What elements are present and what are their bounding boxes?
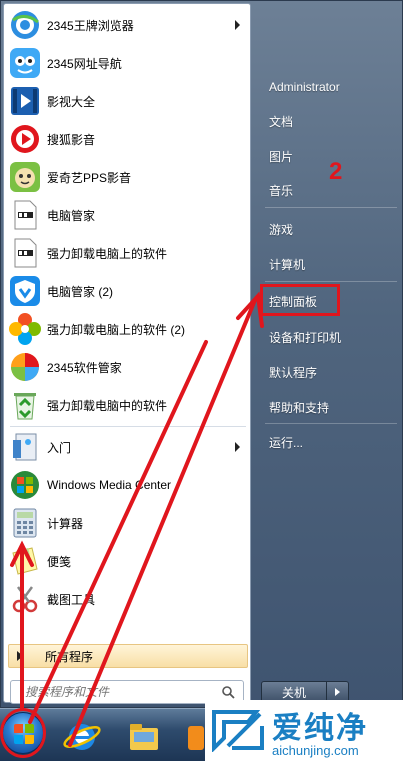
right-item-label: 文档	[269, 114, 294, 129]
menu-separator	[265, 423, 397, 424]
pinned-label: 截图工具	[47, 592, 96, 607]
folder-icon	[130, 724, 158, 750]
right-item-label: 音乐	[269, 183, 294, 198]
program-item[interactable]: 强力卸载电脑上的软件 (2)	[4, 310, 250, 348]
snipping-tool-icon	[8, 582, 42, 616]
browser-2345-icon	[8, 8, 42, 42]
right-item-label: 运行...	[269, 435, 304, 450]
menu-separator	[10, 426, 246, 427]
search-input[interactable]	[25, 682, 225, 702]
sticky-notes-icon	[8, 544, 42, 578]
taskbar-ie-button[interactable]	[60, 718, 104, 756]
pinned-label: 便笺	[47, 554, 72, 569]
pinned-item[interactable]: 计算器	[4, 504, 250, 542]
search-icon[interactable]	[221, 685, 235, 699]
right-item-label: 帮助和支持	[269, 400, 330, 415]
right-item-games[interactable]: 游戏	[263, 216, 401, 242]
program-item[interactable]: 强力卸载电脑上的软件	[4, 234, 250, 272]
pinned-label: 计算器	[47, 516, 84, 531]
iqiyi-pps-icon	[8, 160, 42, 194]
right-item-label: Administrator	[269, 80, 340, 94]
nav-2345-icon	[8, 46, 42, 80]
right-item-documents[interactable]: 文档	[263, 108, 401, 134]
program-label: 强力卸载电脑中的软件	[47, 398, 168, 413]
control-panel-highlight-box	[260, 284, 340, 316]
program-label: 强力卸载电脑上的软件	[47, 246, 168, 261]
program-label: 电脑管家	[47, 208, 96, 223]
right-item-label: 计算机	[269, 257, 306, 272]
right-item-label: 设备和打印机	[269, 330, 342, 345]
taskbar-explorer-button[interactable]	[122, 718, 166, 756]
program-item[interactable]: 电脑管家 (2)	[4, 272, 250, 310]
start-menu-right-pane: Administrator 文档 图片 音乐 游戏 计算机 控制面板 设备和打印…	[257, 1, 403, 709]
right-item-run[interactable]: 运行...	[263, 429, 401, 455]
pinned-item[interactable]: 截图工具	[4, 580, 250, 618]
program-label: 强力卸载电脑上的软件 (2)	[47, 322, 186, 337]
program-label: 电脑管家 (2)	[47, 284, 114, 299]
sohu-video-icon	[8, 122, 42, 156]
getting-started-icon	[8, 430, 42, 464]
watermark-text: 爱纯净	[272, 711, 368, 746]
menu-separator	[265, 207, 397, 208]
program-item[interactable]: 爱奇艺PPS影音	[4, 158, 250, 196]
recycle-bin-icon	[8, 388, 42, 422]
program-item[interactable]: 2345王牌浏览器	[4, 6, 250, 44]
software-2345-icon	[8, 350, 42, 384]
watermark-logo-icon	[212, 710, 264, 752]
right-item-help-support[interactable]: 帮助和支持	[263, 394, 401, 420]
all-programs-button[interactable]: 所有程序	[8, 644, 248, 668]
internet-explorer-icon	[63, 724, 101, 750]
right-item-label: 默认程序	[269, 365, 318, 380]
start-button-highlight-circle	[0, 708, 46, 758]
program-item[interactable]: 电脑管家	[4, 196, 250, 234]
right-item-label: 游戏	[269, 222, 294, 237]
right-item-label: 图片	[269, 149, 294, 164]
right-item-default-programs[interactable]: 默认程序	[263, 359, 401, 385]
media-player-icon	[188, 726, 204, 750]
start-menu-left-pane: 2345王牌浏览器 2345网址导航 影视大全 搜狐影音 爱奇艺PPS影音 电脑…	[3, 3, 251, 704]
pc-manager-file-icon	[8, 198, 42, 232]
uninstall-file-icon	[8, 236, 42, 270]
colorful-flower-icon	[8, 312, 42, 346]
right-item-devices-printers[interactable]: 设备和打印机	[263, 324, 401, 350]
menu-separator	[265, 281, 397, 282]
pinned-item[interactable]: Windows Media Center	[4, 466, 250, 504]
all-programs-label: 所有程序	[45, 649, 94, 664]
media-center-icon	[8, 468, 42, 502]
program-label: 爱奇艺PPS影音	[47, 170, 132, 185]
program-label: 2345网址导航	[47, 56, 122, 71]
pinned-label: Windows Media Center	[47, 478, 172, 492]
pinned-item[interactable]: 入门	[4, 428, 250, 466]
program-item[interactable]: 强力卸载电脑中的软件	[4, 386, 250, 424]
program-item[interactable]: 影视大全	[4, 82, 250, 120]
program-label: 2345王牌浏览器	[47, 18, 134, 33]
right-item-administrator[interactable]: Administrator	[263, 74, 401, 100]
program-label: 影视大全	[47, 94, 96, 109]
submenu-arrow-icon	[235, 20, 240, 30]
right-item-computer[interactable]: 计算机	[263, 251, 401, 277]
program-item[interactable]: 搜狐影音	[4, 120, 250, 158]
watermark-url: aichunjing.com	[272, 743, 359, 758]
expand-arrow-icon	[17, 651, 23, 661]
program-label: 搜狐影音	[47, 132, 96, 147]
video-icon	[8, 84, 42, 118]
submenu-arrow-icon	[235, 442, 240, 452]
pc-manager-shield-icon	[8, 274, 42, 308]
start-menu: 2345王牌浏览器 2345网址导航 影视大全 搜狐影音 爱奇艺PPS影音 电脑…	[0, 0, 403, 708]
calculator-icon	[8, 506, 42, 540]
pinned-label: 入门	[47, 440, 72, 455]
program-label: 2345软件管家	[47, 360, 122, 375]
program-item[interactable]: 2345软件管家	[4, 348, 250, 386]
annotation-number: 2	[329, 158, 343, 185]
pinned-item[interactable]: 便笺	[4, 542, 250, 580]
program-item[interactable]: 2345网址导航	[4, 44, 250, 82]
